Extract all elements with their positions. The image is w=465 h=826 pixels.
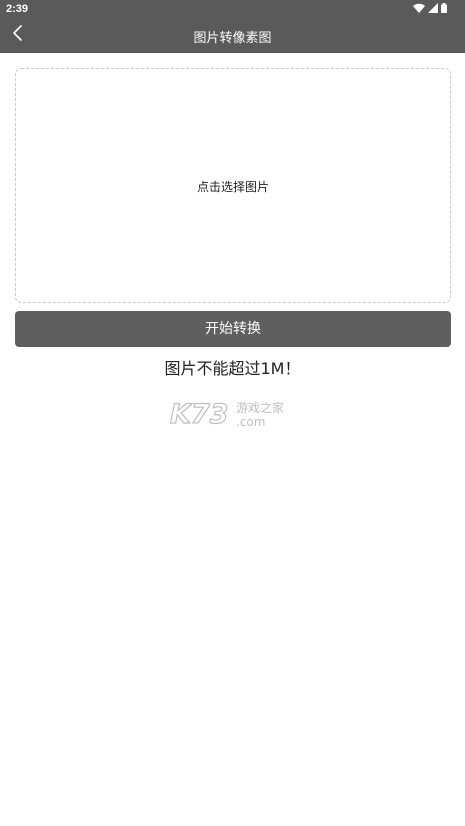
app-bar: 图片转像素图 [0,18,465,53]
watermark-logo: K73 游戏之家 .com [169,397,300,430]
battery-icon [441,3,447,13]
size-limit-note: 图片不能超过1M！ [164,359,301,378]
image-picker-label: 点击选择图片 [196,180,269,194]
svg-text:.com: .com [236,415,265,429]
image-picker-area[interactable]: 点击选择图片 [15,68,451,303]
start-convert-button[interactable]: 开始转换 [15,311,451,347]
status-icons [413,3,447,13]
wifi-icon [413,3,425,13]
svg-text:游戏之家: 游戏之家 [236,400,284,415]
svg-text:K73: K73 [170,399,229,429]
signal-icon [428,3,438,13]
page-title: 图片转像素图 [193,31,272,46]
status-time: 2:39 [6,3,29,15]
status-bar: 2:39 [0,0,465,18]
